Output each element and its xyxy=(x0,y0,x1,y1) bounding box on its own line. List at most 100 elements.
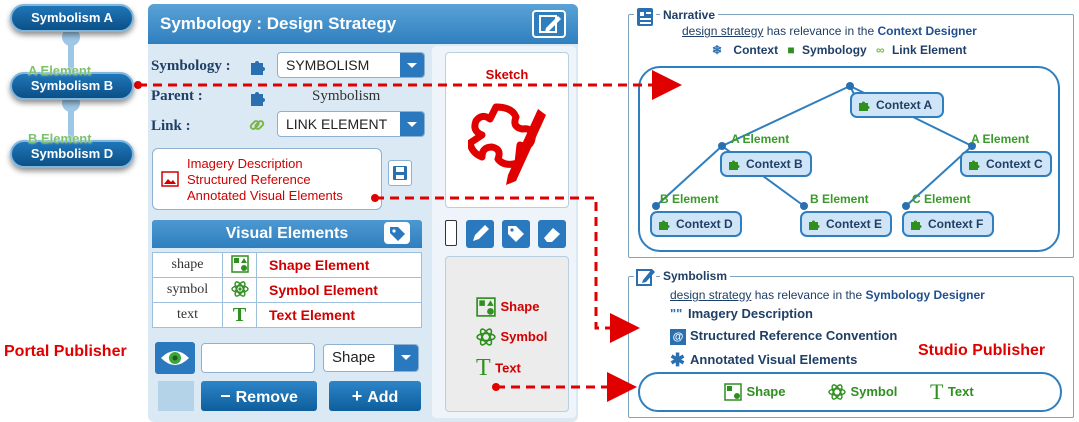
bar-item-text[interactable]: T Text xyxy=(930,379,974,405)
edit-button[interactable] xyxy=(532,10,566,38)
symbology-label: Symbology : xyxy=(151,58,231,74)
tree-link-label-a: A Element xyxy=(28,63,92,78)
symbolism-target: Symbology Designer xyxy=(865,288,985,302)
description-line: Structured Reference xyxy=(187,172,311,187)
puzzle-icon xyxy=(251,61,265,75)
symbolism-link[interactable]: design strategy xyxy=(670,288,751,302)
symbolism-icon-wrap xyxy=(634,266,656,288)
add-button[interactable]: + Add xyxy=(329,381,421,411)
palette-symbol-label: Symbol xyxy=(500,329,548,345)
tag-button[interactable] xyxy=(384,222,410,244)
text-icon: T xyxy=(222,302,257,328)
ve-label: Symbol Element xyxy=(256,277,422,303)
narrative-mid: has relevance in the xyxy=(763,24,878,38)
tree-node-symbolism-a[interactable]: Symbolism A xyxy=(10,4,134,32)
parent-label: Parent : xyxy=(151,88,203,104)
legend-context: Context xyxy=(733,43,779,57)
visual-elements-header: Visual Elements xyxy=(152,220,422,248)
context-label: Context C xyxy=(986,157,1043,171)
chevron-down-icon xyxy=(400,112,424,136)
visibility-toggle[interactable] xyxy=(155,342,195,374)
chevron-down-icon xyxy=(394,345,418,371)
quote-icon: "" xyxy=(670,306,683,321)
edit-icon xyxy=(636,269,655,286)
ve-name: shape xyxy=(152,252,223,278)
bar-item-label: Symbol xyxy=(850,384,898,400)
tag-icon xyxy=(390,227,405,241)
bar-item-label: Shape xyxy=(746,384,786,400)
color-swatch[interactable] xyxy=(445,220,457,246)
shape-icon xyxy=(724,383,742,401)
context-node[interactable]: Context A xyxy=(850,92,944,118)
context-node[interactable]: Context D xyxy=(650,211,742,237)
narrative-link[interactable]: design strategy xyxy=(682,24,763,38)
plus-icon: + xyxy=(351,386,368,406)
narrative-target: Context Designer xyxy=(877,24,977,38)
edit-icon xyxy=(539,15,561,33)
link-label: Link : xyxy=(151,118,191,134)
symbolism-item-label: Structured Reference Convention xyxy=(690,328,898,343)
add-label: Add xyxy=(367,389,399,406)
element-type-value: Shape xyxy=(332,349,376,366)
sketch-canvas[interactable]: Sketch xyxy=(445,52,569,208)
shape-icon xyxy=(476,297,496,317)
atom-icon xyxy=(222,277,257,303)
puzzle-icon xyxy=(251,92,265,106)
context-label: Context A xyxy=(876,98,933,112)
edge-label: A Element xyxy=(971,132,1030,146)
table-row[interactable]: shape Shape Element xyxy=(152,252,422,278)
context-node[interactable]: Context B xyxy=(720,151,812,177)
context-label: Context E xyxy=(826,217,883,231)
description-box[interactable]: Imagery Description Structured Reference… xyxy=(152,148,382,210)
context-node[interactable]: Context C xyxy=(960,151,1052,177)
palette-shape[interactable]: Shape xyxy=(476,297,539,317)
remove-button[interactable]: − Remove xyxy=(201,381,317,411)
puzzle-icon xyxy=(809,220,820,230)
eraser-button[interactable] xyxy=(538,220,566,248)
table-row[interactable]: symbol Symbol Element xyxy=(152,277,422,303)
bar-item-shape[interactable]: Shape xyxy=(724,383,785,401)
sketch-puzzle-icon xyxy=(468,103,546,185)
palette-text[interactable]: T Text xyxy=(476,355,521,382)
context-label: Context F xyxy=(928,217,984,231)
tag-tool-button[interactable] xyxy=(502,220,530,248)
visual-elements-table: shape Shape Element symbol Symbol Elemen… xyxy=(152,252,422,328)
atom-icon xyxy=(828,384,846,400)
studio-publisher-label: Studio Publisher xyxy=(918,342,1046,359)
pencil-button[interactable] xyxy=(466,220,494,248)
ve-label: Text Element xyxy=(256,302,422,328)
palette-symbol[interactable]: Symbol xyxy=(476,327,547,347)
context-node[interactable]: Context F xyxy=(902,211,994,237)
symbolism-mid: has relevance in the xyxy=(751,288,866,302)
document-icon xyxy=(637,8,653,26)
sketch-title: Sketch xyxy=(485,67,529,82)
puzzle-icon xyxy=(969,160,980,170)
bar-item-symbol[interactable]: Symbol xyxy=(828,383,897,401)
asterisk-icon: ✱ xyxy=(670,350,686,370)
save-button[interactable] xyxy=(388,160,412,186)
parent-value: Symbolism xyxy=(312,88,381,104)
symbology-select[interactable]: SYMBOLISM xyxy=(277,52,425,78)
tool-palette: Shape Symbol T Text xyxy=(445,256,569,412)
image-icon xyxy=(161,171,179,187)
puzzle-icon xyxy=(659,220,670,230)
symbolism-item: "" Imagery Description xyxy=(670,306,813,321)
link-select[interactable]: LINK ELEMENT xyxy=(277,111,425,137)
palette-shape-label: Shape xyxy=(500,299,540,315)
shape-icon xyxy=(222,252,257,278)
edge-label: B Element xyxy=(660,192,719,206)
snowflake-icon: ❄ xyxy=(712,43,723,57)
narrative-sentence: design strategy has relevance in the Con… xyxy=(682,24,977,38)
context-node[interactable]: Context E xyxy=(800,211,892,237)
ve-label: Shape Element xyxy=(256,252,422,278)
context-label: Context B xyxy=(746,157,803,171)
symbolism-item: @ Structured Reference Convention xyxy=(670,328,897,345)
ve-name: symbol xyxy=(152,277,223,303)
text-icon: T xyxy=(930,379,944,404)
element-type-select[interactable]: Shape xyxy=(323,344,419,372)
eye-icon xyxy=(161,351,189,365)
link-icon: ∞ xyxy=(876,43,885,57)
element-name-input[interactable] xyxy=(201,343,315,373)
table-row[interactable]: text T Text Element xyxy=(152,302,422,328)
tree-link-label-b: B Element xyxy=(28,131,92,146)
